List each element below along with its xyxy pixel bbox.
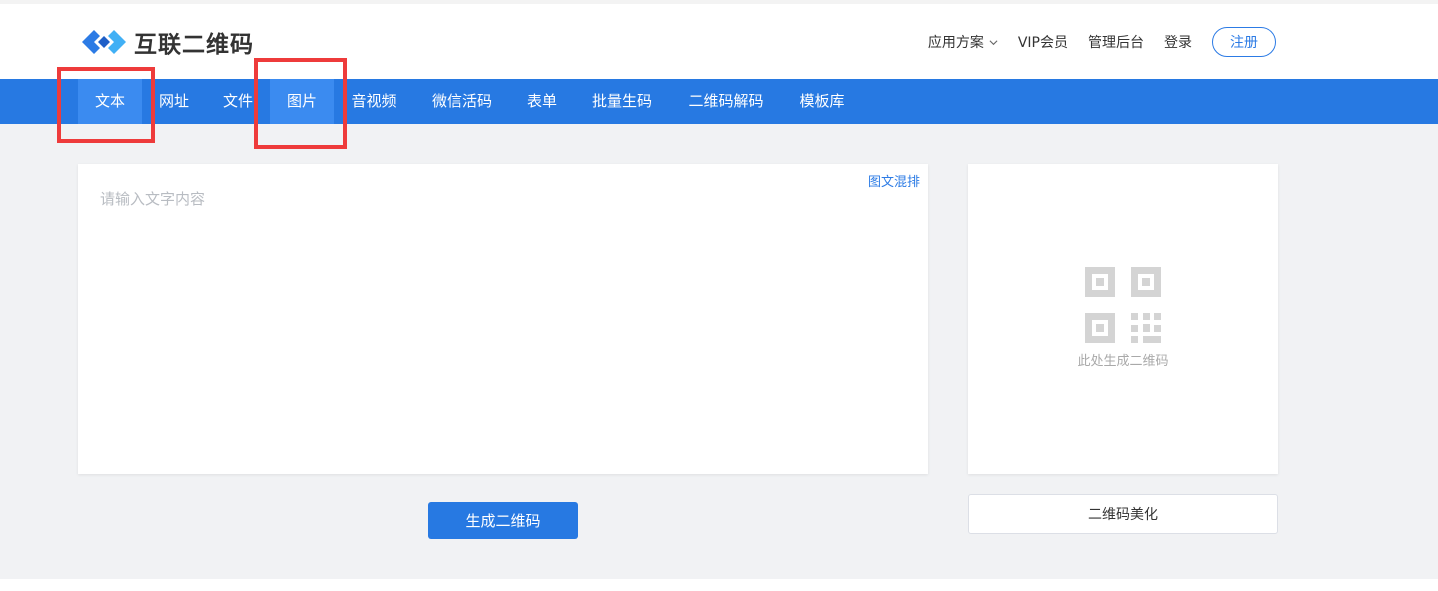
logo-text: 互联二维码 — [134, 32, 254, 58]
chevron-down-icon — [989, 39, 998, 45]
text-content-input[interactable] — [78, 164, 928, 474]
main-area: 图文混排 生成二维码 此处生成二维码 二维码美化 — [0, 124, 1438, 579]
nav-solutions-label: 应用方案 — [927, 35, 984, 51]
nav-login[interactable]: 登录 — [1164, 32, 1192, 52]
tab-qr-decode[interactable]: 二维码解码 — [670, 79, 782, 124]
logo[interactable]: 互联二维码 — [80, 24, 254, 60]
text-editor: 图文混排 — [78, 164, 928, 474]
tab-wechat-live-code[interactable]: 微信活码 — [414, 79, 510, 124]
page-bottom — [0, 579, 1438, 591]
tab-batch-generate[interactable]: 批量生码 — [574, 79, 670, 124]
logo-icon — [82, 30, 126, 54]
annotation-box-image-tab — [254, 58, 347, 149]
annotation-box-text-tab — [57, 67, 155, 143]
qr-code-icon — [1085, 267, 1161, 343]
nav-admin[interactable]: 管理后台 — [1088, 32, 1144, 52]
generate-qr-button[interactable]: 生成二维码 — [428, 502, 578, 539]
header: 互联二维码 应用方案 VIP会员 管理后台 登录 注册 — [0, 4, 1438, 79]
tab-bar: 文本 网址 文件 图片 音视频 微信活码 表单 批量生码 二维码解码 模板库 — [0, 79, 1438, 124]
nav-vip-label: VIP会员 — [1017, 35, 1068, 51]
register-button[interactable]: 注册 — [1212, 27, 1276, 57]
top-nav: 应用方案 VIP会员 管理后台 登录 注册 — [928, 26, 1276, 58]
nav-vip[interactable]: VIP会员 — [1018, 32, 1068, 52]
tab-template-library[interactable]: 模板库 — [782, 79, 862, 124]
qr-preview-panel: 此处生成二维码 — [968, 164, 1278, 474]
nav-solutions[interactable]: 应用方案 — [928, 32, 998, 52]
qr-beautify-button[interactable]: 二维码美化 — [968, 494, 1278, 534]
tab-form[interactable]: 表单 — [510, 79, 574, 124]
nav-login-label: 登录 — [1164, 35, 1192, 51]
mixed-layout-link[interactable]: 图文混排 — [868, 171, 920, 190]
qr-hint-text: 此处生成二维码 — [1077, 354, 1169, 369]
nav-admin-label: 管理后台 — [1088, 35, 1144, 51]
